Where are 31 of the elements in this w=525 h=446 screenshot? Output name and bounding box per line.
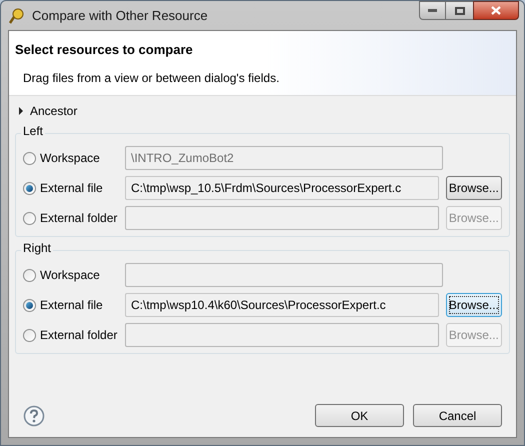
radio-label: Workspace (40, 267, 100, 284)
radio-button[interactable] (23, 182, 36, 194)
minimize-icon (428, 9, 437, 12)
help-icon (23, 404, 45, 426)
path-field[interactable]: C:\tmp\wsp_10.5\Frdm\Sources\ProcessorExpert.c (125, 176, 439, 200)
header-description: Drag files from a view or between dialog's fields. (22, 70, 280, 86)
header-title: Select resources to compare (15, 41, 194, 59)
minimize-button[interactable] (419, 1, 446, 20)
ancestor-toggle[interactable]: Ancestor (18, 102, 78, 120)
radio-label: External folder (40, 210, 118, 227)
expand-arrow-icon (18, 107, 24, 115)
radio-button[interactable] (23, 328, 36, 342)
radio-label: External folder (40, 327, 118, 344)
radio-button[interactable] (23, 298, 36, 312)
dialog-button[interactable]: Cancel (413, 404, 502, 427)
radio-button[interactable] (23, 268, 36, 282)
dialog-button[interactable]: OK (315, 404, 404, 427)
close-button[interactable] (473, 1, 519, 20)
app-icon (8, 6, 26, 24)
radio-button[interactable] (23, 212, 36, 224)
radio-button[interactable] (23, 152, 36, 164)
radio-label: External file (40, 297, 103, 314)
browse-button[interactable]: Browse... (446, 293, 502, 317)
close-icon (491, 6, 501, 15)
maximize-button[interactable] (446, 1, 473, 20)
radio-label: External file (40, 180, 103, 197)
path-field[interactable]: C:\tmp\wsp10.4\k60\Sources\ProcessorExpert.c (125, 293, 439, 317)
radio-label: Workspace (40, 150, 100, 167)
window-title: Compare with Other Resource (32, 6, 208, 25)
browse-button[interactable]: Browse... (446, 176, 502, 200)
maximize-icon (454, 6, 464, 14)
